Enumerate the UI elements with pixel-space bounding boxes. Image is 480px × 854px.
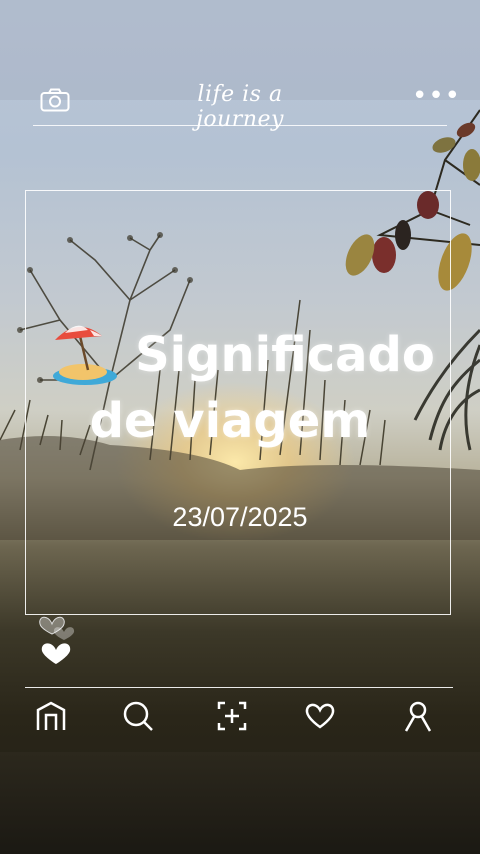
post-title: Significado de viagem bbox=[40, 322, 460, 454]
header-divider bbox=[33, 125, 447, 126]
reaction-hearts[interactable] bbox=[38, 610, 82, 670]
camera-icon[interactable] bbox=[40, 88, 70, 112]
post-title-line-1: Significado bbox=[135, 327, 435, 383]
home-icon[interactable] bbox=[35, 700, 67, 732]
bottom-area bbox=[0, 752, 480, 854]
nav-divider bbox=[25, 687, 453, 688]
post-date: 23/07/2025 bbox=[172, 502, 308, 532]
heart-icon[interactable] bbox=[304, 700, 336, 732]
profile-icon[interactable] bbox=[402, 700, 434, 732]
post-title-line-2: de viagem bbox=[89, 393, 371, 449]
search-icon[interactable] bbox=[122, 700, 154, 732]
heart-filled-icon bbox=[41, 643, 71, 664]
more-horizontal-icon[interactable]: ••• bbox=[412, 83, 460, 109]
heart-outline-icon bbox=[39, 616, 75, 640]
add-icon[interactable] bbox=[216, 700, 248, 732]
